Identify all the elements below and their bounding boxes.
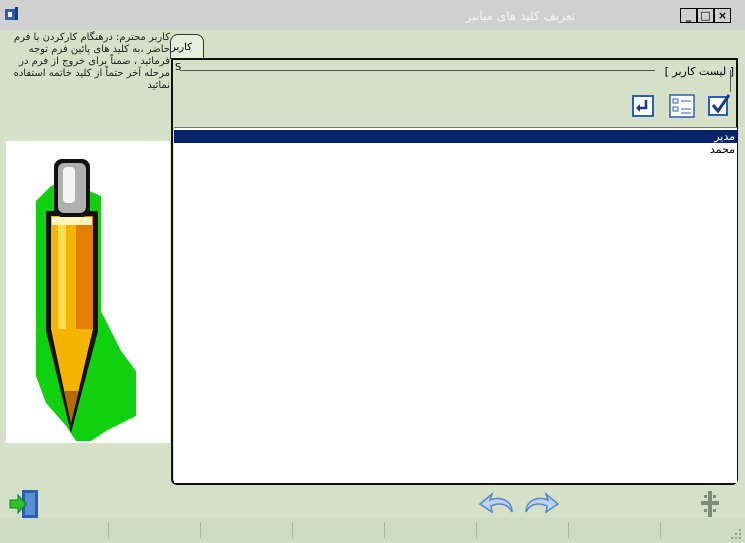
status-separator [660,522,661,538]
app-icon [4,6,20,22]
status-separator [200,522,201,538]
hint-text: کاربر محترم: درهنگام کارکردن با فرم حاضر… [13,32,170,91]
maximize-button[interactable]: □ [697,8,714,23]
side-letter: S [175,62,182,73]
undo-icon[interactable] [478,490,518,520]
close-button[interactable]: × [714,8,731,23]
move-icon[interactable] [698,489,722,519]
user-row-admin[interactable]: مدیر [174,130,737,143]
user-row-mohammad[interactable]: محمد [174,143,737,156]
title-bar [0,0,745,30]
minimize-button[interactable]: _ [680,8,697,23]
list-icon[interactable] [668,93,696,119]
status-separator [476,522,477,538]
status-separator [292,522,293,538]
status-separator [108,522,109,538]
group-divider [180,70,655,71]
user-list-label: [ لیست کاربر ] [664,65,734,78]
enter-icon[interactable] [632,93,654,119]
tab-user-label: کاربر [171,42,192,53]
resize-grip-icon[interactable] [730,528,742,540]
window-title: تعریف کلید های میانبر [465,9,575,23]
check-icon[interactable] [708,93,731,119]
pencil-image [6,141,170,443]
status-bar [0,518,745,542]
exit-icon[interactable] [8,488,42,520]
status-separator [568,522,569,538]
user-list[interactable]: مدیر محمد [174,127,737,483]
redo-icon[interactable] [520,490,560,520]
status-separator [384,522,385,538]
